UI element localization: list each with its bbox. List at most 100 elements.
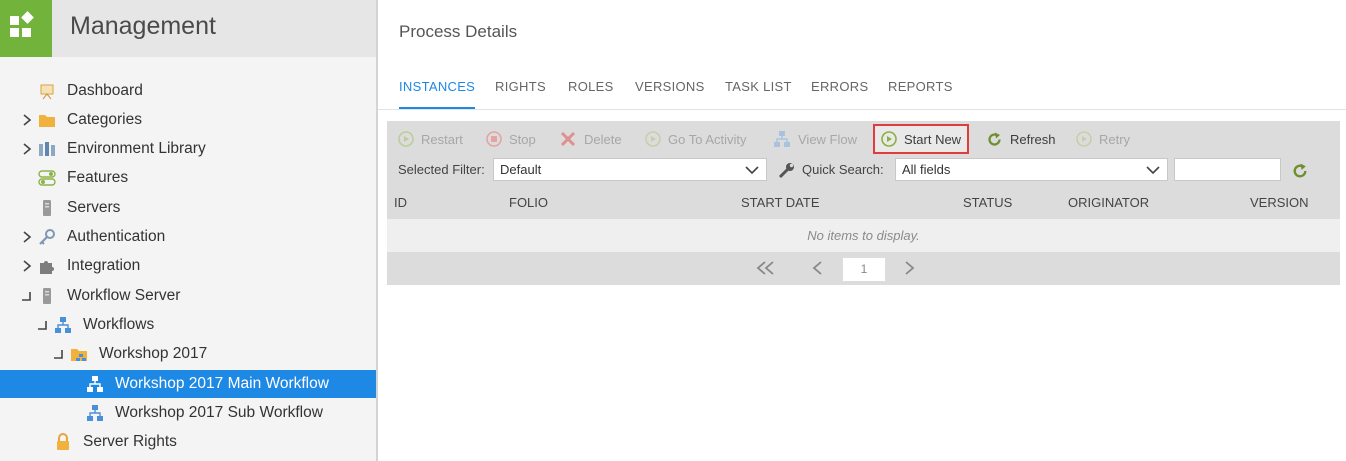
current-page[interactable]: 1 xyxy=(842,257,886,282)
expanded-corner-icon[interactable] xyxy=(20,289,34,303)
chevron-right-icon[interactable] xyxy=(20,142,34,156)
sidebar-item-label: Dashboard xyxy=(67,82,143,99)
previous-page-icon[interactable] xyxy=(811,260,825,276)
sidebar-item-label: Environment Library xyxy=(67,140,206,157)
tab-rights[interactable]: RIGHTS xyxy=(495,79,546,94)
sidebar-item-label: Categories xyxy=(67,111,142,128)
empty-message: No items to display. xyxy=(387,219,1340,252)
sidebar: Management Dashboard Categories Environm… xyxy=(0,0,378,461)
sidebar-item-workflow-server[interactable]: Workflow Server xyxy=(0,282,376,310)
quick-search-scope-value: All fields xyxy=(902,162,951,177)
workflow-icon xyxy=(54,316,72,334)
instances-grid: Restart Stop Delete Go To Activity View … xyxy=(387,121,1340,285)
quick-search-input[interactable] xyxy=(1174,158,1281,181)
sidebar-item-workshop-2017-sub-workflow[interactable]: Workshop 2017 Sub Workflow xyxy=(0,399,376,427)
chevron-down-icon xyxy=(745,166,759,175)
sidebar-item-workshop-2017-main-workflow[interactable]: Workshop 2017 Main Workflow xyxy=(0,370,376,398)
sidebar-item-server-rights[interactable]: Server Rights xyxy=(0,428,376,456)
retry-label: Retry xyxy=(1099,131,1131,147)
sidebar-item-dashboard[interactable]: Dashboard xyxy=(0,77,376,105)
tab-instances[interactable]: INSTANCES xyxy=(399,79,476,109)
workflow-folder-icon xyxy=(70,345,88,363)
sidebar-item-label: Authentication xyxy=(67,228,166,245)
app-logo[interactable] xyxy=(0,0,52,57)
server-icon xyxy=(38,199,56,217)
sidebar-item-label: Server Rights xyxy=(83,433,177,450)
sidebar-item-label: Servers xyxy=(67,199,121,216)
restart-button[interactable]: Restart xyxy=(398,126,463,152)
lock-icon xyxy=(54,433,72,451)
play-circle-icon xyxy=(398,131,414,147)
page-title: Process Details xyxy=(399,22,518,41)
go-to-activity-button[interactable]: Go To Activity xyxy=(645,126,747,152)
selected-filter-dropdown[interactable]: Default xyxy=(493,158,767,181)
folder-icon xyxy=(38,111,56,129)
refresh-icon[interactable] xyxy=(1291,162,1309,180)
column-header-status[interactable]: STATUS xyxy=(963,195,1012,210)
sidebar-item-label: Integration xyxy=(67,257,141,274)
tab-errors[interactable]: ERRORS xyxy=(811,79,868,94)
tab-versions[interactable]: VERSIONS xyxy=(635,79,705,94)
quick-search-scope-dropdown[interactable]: All fields xyxy=(895,158,1168,181)
toggles-icon xyxy=(38,169,56,187)
tab-bar: INSTANCES RIGHTS ROLES VERSIONS TASK LIS… xyxy=(378,70,1346,110)
sidebar-item-label: Workshop 2017 Sub Workflow xyxy=(115,404,323,421)
sidebar-item-label: Workflows xyxy=(83,316,155,333)
go-to-activity-icon xyxy=(645,131,661,147)
delete-x-icon xyxy=(560,131,576,147)
chevron-right-icon[interactable] xyxy=(20,113,34,127)
start-new-button[interactable]: Start New xyxy=(872,124,970,154)
chevron-right-icon[interactable] xyxy=(20,230,34,244)
tab-task-list[interactable]: TASK LIST xyxy=(725,79,792,94)
app-title: Management xyxy=(70,12,216,40)
play-circle-icon xyxy=(881,131,897,147)
app-header: Management xyxy=(0,0,376,57)
stop-icon xyxy=(486,131,502,147)
sidebar-item-label: Workflow Server xyxy=(67,287,181,304)
tab-roles[interactable]: ROLES xyxy=(568,79,614,94)
go-to-activity-label: Go To Activity xyxy=(668,131,747,147)
retry-button[interactable]: Retry xyxy=(1076,126,1130,152)
stop-label: Stop xyxy=(509,131,536,147)
tab-reports[interactable]: REPORTS xyxy=(888,79,953,94)
dashboard-icon xyxy=(38,82,56,100)
column-header-folio[interactable]: FOLIO xyxy=(509,195,548,210)
selected-filter-value: Default xyxy=(500,162,542,177)
view-flow-label: View Flow xyxy=(798,131,858,147)
view-flow-button[interactable]: View Flow xyxy=(773,126,857,152)
stop-button[interactable]: Stop xyxy=(486,126,536,152)
column-header-version[interactable]: VERSION xyxy=(1250,195,1309,210)
sidebar-item-label: Workshop 2017 xyxy=(99,345,208,362)
refresh-label: Refresh xyxy=(1010,131,1056,147)
expanded-corner-icon[interactable] xyxy=(36,318,50,332)
apps-grid-icon xyxy=(10,11,34,37)
sidebar-item-environment-library[interactable]: Environment Library xyxy=(0,135,376,163)
expanded-corner-icon[interactable] xyxy=(52,347,66,361)
selected-filter-label: Selected Filter: xyxy=(398,162,485,177)
first-page-icon[interactable] xyxy=(755,260,777,276)
column-header-originator[interactable]: ORIGINATOR xyxy=(1068,195,1149,210)
server-icon xyxy=(38,287,56,305)
quick-search-label: Quick Search: xyxy=(802,162,884,177)
next-page-icon[interactable] xyxy=(902,260,916,276)
sidebar-item-features[interactable]: Features xyxy=(0,164,376,192)
start-new-label: Start New xyxy=(904,131,962,147)
workflow-icon xyxy=(774,131,790,147)
chevron-right-icon[interactable] xyxy=(20,259,34,273)
sidebar-item-workflows[interactable]: Workflows xyxy=(0,311,376,339)
refresh-button[interactable]: Refresh xyxy=(986,126,1056,152)
sidebar-item-categories[interactable]: Categories xyxy=(0,106,376,134)
sidebar-item-workshop-2017[interactable]: Workshop 2017 xyxy=(0,340,376,368)
delete-button[interactable]: Delete xyxy=(559,126,622,152)
retry-icon xyxy=(1076,131,1092,147)
restart-label: Restart xyxy=(421,131,463,147)
sidebar-item-integration[interactable]: Integration xyxy=(0,252,376,280)
sidebar-item-servers[interactable]: Servers xyxy=(0,194,376,222)
sidebar-item-authentication[interactable]: Authentication xyxy=(0,223,376,251)
wrench-icon xyxy=(778,163,794,179)
sidebar-item-label: Features xyxy=(67,169,129,186)
column-header-start-date[interactable]: START DATE xyxy=(741,195,820,210)
column-header-id[interactable]: ID xyxy=(394,195,407,210)
refresh-icon xyxy=(988,132,1001,146)
sidebar-item-label: Workshop 2017 Main Workflow xyxy=(115,375,329,392)
